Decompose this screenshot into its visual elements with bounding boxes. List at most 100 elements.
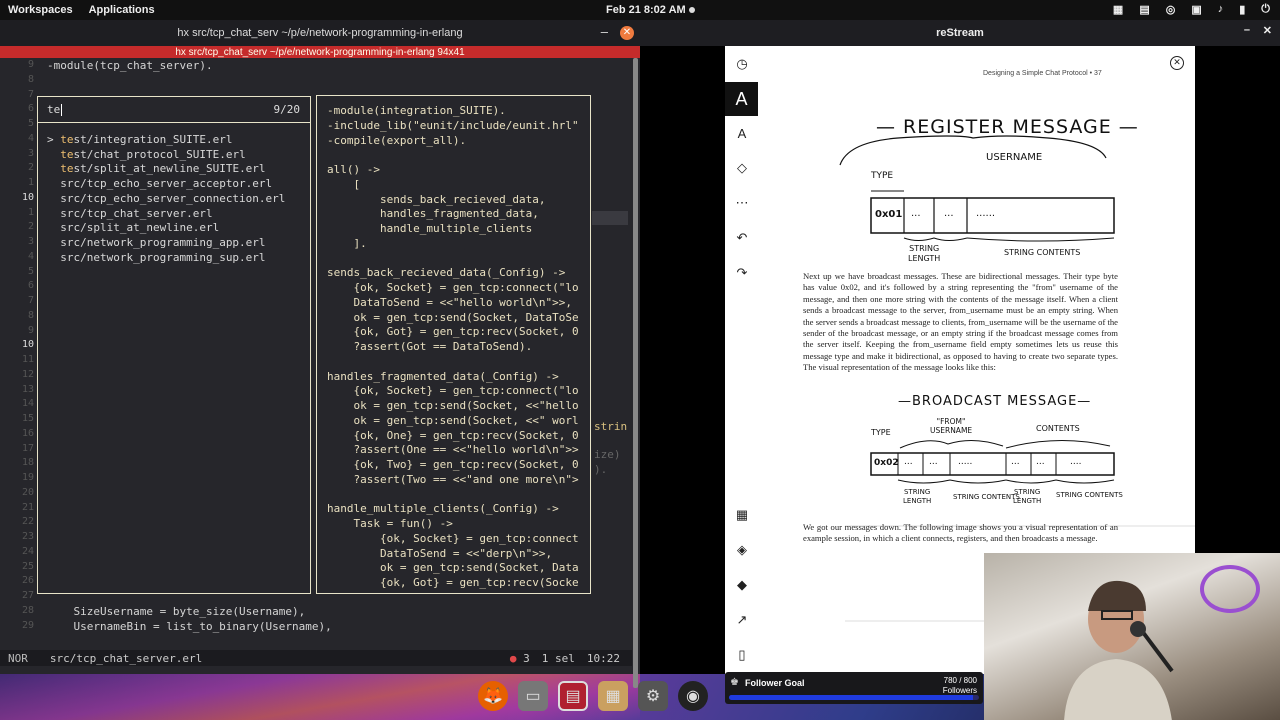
line-number: 21 [21, 501, 34, 513]
paragraph-broadcast-intro: Next up we have broadcast messages. Thes… [803, 271, 1118, 373]
preview-line: ok = gen_tcp:send(Socket, DataToSe [327, 310, 579, 324]
preview-line: {ok, Got} = gen_tcp:recv(Socket, 0 [327, 325, 579, 339]
code-line: SizeUsername = byte_size(Username), [47, 604, 306, 618]
picker-item-prefix [47, 162, 60, 175]
picker-search-input[interactable]: te 9/20 [38, 97, 310, 123]
status-file-name: src/tcp_chat_server.erl [49, 651, 203, 665]
network-icon[interactable]: ◎ [1166, 3, 1176, 16]
status-line: NOR src/tcp_chat_server.erl ● 3 1 sel 10… [0, 650, 632, 666]
preview-line: ok = gen_tcp:send(Socket, <<" worl [327, 413, 579, 427]
line-number: 28 [21, 604, 34, 616]
picker-item[interactable]: src/network_programming_sup.erl [47, 251, 265, 264]
picker-item[interactable]: src/tcp_chat_server.erl [47, 207, 212, 220]
select-icon[interactable]: ⋯ [734, 195, 750, 211]
preview-line: [ [327, 177, 361, 191]
preview-line: all() -> [327, 163, 380, 176]
layers-icon[interactable]: ◆ [734, 577, 750, 593]
line-number: 11 [21, 354, 34, 365]
preview-line: Task = fun() -> [327, 517, 453, 530]
line-number: 10 [21, 339, 34, 351]
store-icon[interactable]: ▦ [598, 681, 628, 711]
picker-item[interactable]: src/split_at_newline.erl [47, 221, 219, 234]
files-icon[interactable]: ▭ [518, 681, 548, 711]
goal-unit: Followers [942, 686, 977, 695]
workspaces-menu[interactable]: Workspaces [0, 4, 81, 16]
redo-icon[interactable]: ↷ [734, 265, 750, 281]
picker-item[interactable]: test/split_at_newline_SUITE.erl [47, 162, 265, 175]
error-count: 3 [523, 651, 530, 665]
clock-back-icon[interactable]: ◷ [734, 56, 750, 72]
picker-item-match: te [60, 133, 74, 146]
line-number: 9 [27, 324, 34, 336]
line-number: 14 [21, 398, 34, 410]
register-username-label: USERNAME [986, 152, 1043, 163]
code-line: -module(tcp_chat_server). [47, 59, 213, 72]
line-number: 19 [21, 472, 34, 483]
preview-line: -compile(export_all). [327, 133, 467, 147]
goal-progress-bar [729, 695, 979, 700]
close-icon[interactable]: ✕ [620, 26, 634, 40]
pen-tool-icon[interactable]: A [725, 82, 758, 116]
line-number: 16 [21, 427, 34, 439]
undo-icon[interactable]: ↶ [734, 230, 750, 246]
picker-item[interactable]: src/tcp_echo_server_connection.erl [47, 192, 285, 205]
recording-indicator-icon [689, 7, 695, 13]
system-tray: ▦ ▤ ◎ ▣ ♪ ▮ ⏻ [1113, 3, 1270, 16]
settings-icon[interactable]: ⚙ [638, 681, 668, 711]
applications-menu[interactable]: Applications [81, 4, 163, 16]
register-string-contents-label: STRING CONTENTS [1004, 248, 1081, 257]
apps-grid-icon[interactable]: ▤ [1139, 3, 1149, 16]
picker-item-prefix [47, 177, 60, 190]
register-type-byte: 0x01 [875, 209, 903, 220]
minimize-icon[interactable]: – [1244, 24, 1250, 36]
line-number: 2 [27, 162, 34, 174]
grid-view-icon[interactable]: ▦ [734, 507, 750, 523]
picker-query: te [47, 103, 61, 116]
line-number: 22 [21, 516, 34, 528]
picker-item[interactable]: src/tcp_echo_server_acceptor.erl [47, 177, 272, 190]
cursor-line-highlight [592, 211, 628, 225]
picker-item[interactable]: test/chat_protocol_SUITE.erl [47, 148, 245, 161]
line-number: 20 [21, 486, 34, 498]
close-icon[interactable]: ✕ [1263, 24, 1272, 37]
clock[interactable]: Feb 21 8:02 AM [606, 4, 686, 16]
tag-icon[interactable]: ◈ [734, 542, 750, 558]
picker-item[interactable]: > test/integration_SUITE.erl [47, 133, 232, 146]
picker-item-path: src/network_programming_app.erl [60, 235, 266, 249]
document-icon[interactable]: ▯ [734, 647, 750, 663]
picker-item-path: st/integration_SUITE.erl [73, 133, 233, 146]
power-icon[interactable]: ⏻ [1261, 3, 1270, 16]
goal-icon: ♚ [730, 677, 739, 688]
restream-titlebar[interactable]: reStream – ✕ [640, 20, 1280, 46]
preview-line: sends_back_recieved_data, [327, 192, 546, 206]
broadcast-string-contents-label: STRING CONTENTS [953, 493, 1020, 501]
tablet-toolbar: ◷ A A ◇ ⋯ ↶ ↷ ▦ ◈ ◆ ↗ ▯ [725, 46, 758, 674]
volume-icon[interactable]: ♪ [1218, 3, 1224, 16]
picker-item-prefix [47, 221, 60, 234]
minimize-icon[interactable]: – [601, 24, 608, 39]
firefox-icon[interactable]: 🦊 [478, 681, 508, 711]
text-cursor [61, 103, 63, 116]
line-number: 5 [27, 265, 34, 277]
battery-icon[interactable]: ▮ [1239, 3, 1245, 16]
obs-icon[interactable]: ◉ [678, 681, 708, 711]
eraser-icon[interactable]: ◇ [734, 160, 750, 176]
line-number: 9 [27, 59, 34, 70]
terminal-scrollbar[interactable] [633, 58, 638, 688]
side-code-fragment: ize) [594, 448, 621, 461]
terminal-tab[interactable]: hx src/tcp_chat_serv ~/p/e/network-progr… [0, 46, 640, 58]
share-icon[interactable]: ↗ [734, 612, 750, 628]
line-number: 26 [21, 575, 34, 587]
line-number: 3 [27, 236, 34, 247]
file-picker[interactable]: te 9/20 > test/integration_SUITE.erl tes… [37, 96, 311, 594]
highlighter-icon[interactable]: A [734, 126, 750, 142]
restream-title: reStream [936, 27, 984, 39]
terminal-icon[interactable]: ▤ [558, 681, 588, 711]
picker-item-path: src/tcp_echo_server_connection.erl [60, 191, 286, 205]
terminal-titlebar[interactable]: hx src/tcp_chat_serv ~/p/e/network-progr… [0, 20, 640, 46]
display-icon[interactable]: ▣ [1191, 3, 1201, 16]
picker-item[interactable]: src/network_programming_app.erl [47, 235, 266, 249]
keyboard-layout-icon[interactable]: ▦ [1113, 3, 1123, 16]
line-number: 12 [21, 368, 34, 380]
broadcast-cell: ... [1036, 457, 1045, 467]
